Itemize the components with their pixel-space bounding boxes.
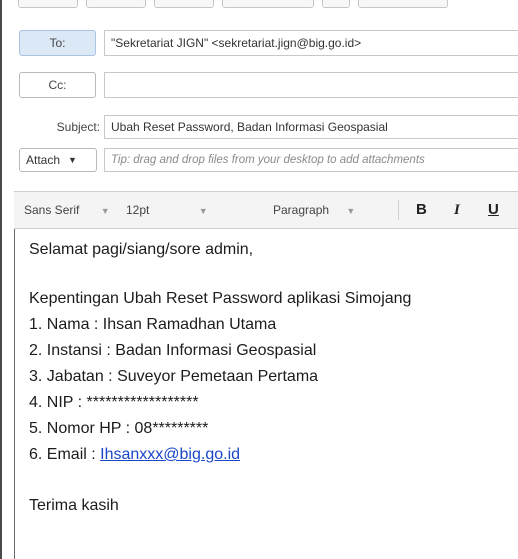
to-button-label: To: (49, 36, 66, 50)
toolbar-button[interactable] (222, 0, 314, 8)
underline-button[interactable]: U (488, 192, 499, 228)
bold-button[interactable]: B (416, 192, 427, 228)
italic-icon: I (454, 202, 460, 218)
subject-field-value: Ubah Reset Password, Badan Informasi Geo… (111, 120, 388, 134)
attachment-hint-text: Tip: drag and drop files from your deskt… (111, 154, 425, 166)
block-format-value: Paragraph (273, 203, 330, 217)
attachment-drop-zone[interactable]: Tip: drag and drop files from your deskt… (104, 148, 518, 172)
cc-button[interactable]: Cc: (19, 72, 96, 98)
chevron-down-icon: ▼ (198, 206, 208, 216)
body-item-email: 6. Email : Ihsanxxx@big.go.id (29, 446, 240, 464)
cc-button-label: Cc: (48, 78, 67, 92)
toolbar-button[interactable] (358, 0, 448, 8)
message-body-editor[interactable]: Selamat pagi/siang/sore admin, Kepenting… (14, 229, 518, 559)
toolbar-divider (398, 200, 399, 220)
toolbar-button[interactable] (154, 0, 214, 8)
email-link[interactable]: Ihsanxxx@big.go.id (100, 446, 240, 463)
body-item-nomor-hp: 5. Nomor HP : 08********* (29, 420, 209, 437)
chevron-down-icon: ▼ (346, 206, 356, 216)
italic-button[interactable]: I (454, 192, 460, 228)
to-button[interactable]: To: (19, 30, 96, 56)
attach-button[interactable]: Attach ▼ (19, 148, 97, 172)
to-field[interactable]: "Sekretariat JIGN" <sekretariat.jign@big… (104, 30, 518, 56)
font-family-select[interactable]: Sans Serif ▼ (24, 192, 110, 228)
toolbar-button[interactable] (322, 0, 350, 8)
font-family-value: Sans Serif (24, 203, 80, 217)
subject-label: Subject: (56, 120, 100, 134)
underline-icon: U (488, 201, 499, 218)
email-prefix: 6. Email : (29, 446, 101, 463)
block-format-select[interactable]: Paragraph ▼ (273, 192, 355, 228)
toolbar-button[interactable] (86, 0, 146, 8)
to-field-value: "Sekretariat JIGN" <sekretariat.jign@big… (111, 36, 362, 50)
body-intro: Kepentingan Ubah Reset Password aplikasi… (29, 290, 412, 307)
body-greeting: Selamat pagi/siang/sore admin, (29, 241, 254, 258)
font-size-select[interactable]: 12pt ▼ (126, 192, 208, 228)
chevron-down-icon: ▼ (100, 206, 110, 216)
body-item-jabatan: 3. Jabatan : Suveyor Pemetaan Pertama (29, 368, 319, 385)
chevron-down-icon: ▼ (68, 155, 77, 165)
formatting-toolbar: Sans Serif ▼ 12pt ▼ Paragraph ▼ B I U (14, 191, 518, 229)
font-size-value: 12pt (126, 203, 150, 217)
toolbar-button[interactable] (18, 0, 78, 8)
body-item-instansi: 2. Instansi : Badan Informasi Geospasial (29, 342, 317, 359)
subject-field[interactable]: Ubah Reset Password, Badan Informasi Geo… (104, 115, 518, 139)
body-item-nip: 4. NIP : ****************** (29, 394, 199, 411)
body-closing: Terima kasih (29, 497, 119, 514)
body-item-nama: 1. Nama : Ihsan Ramadhan Utama (29, 316, 277, 333)
bold-icon: B (416, 201, 427, 218)
cc-field[interactable] (104, 72, 518, 98)
attach-button-label: Attach (26, 153, 61, 167)
